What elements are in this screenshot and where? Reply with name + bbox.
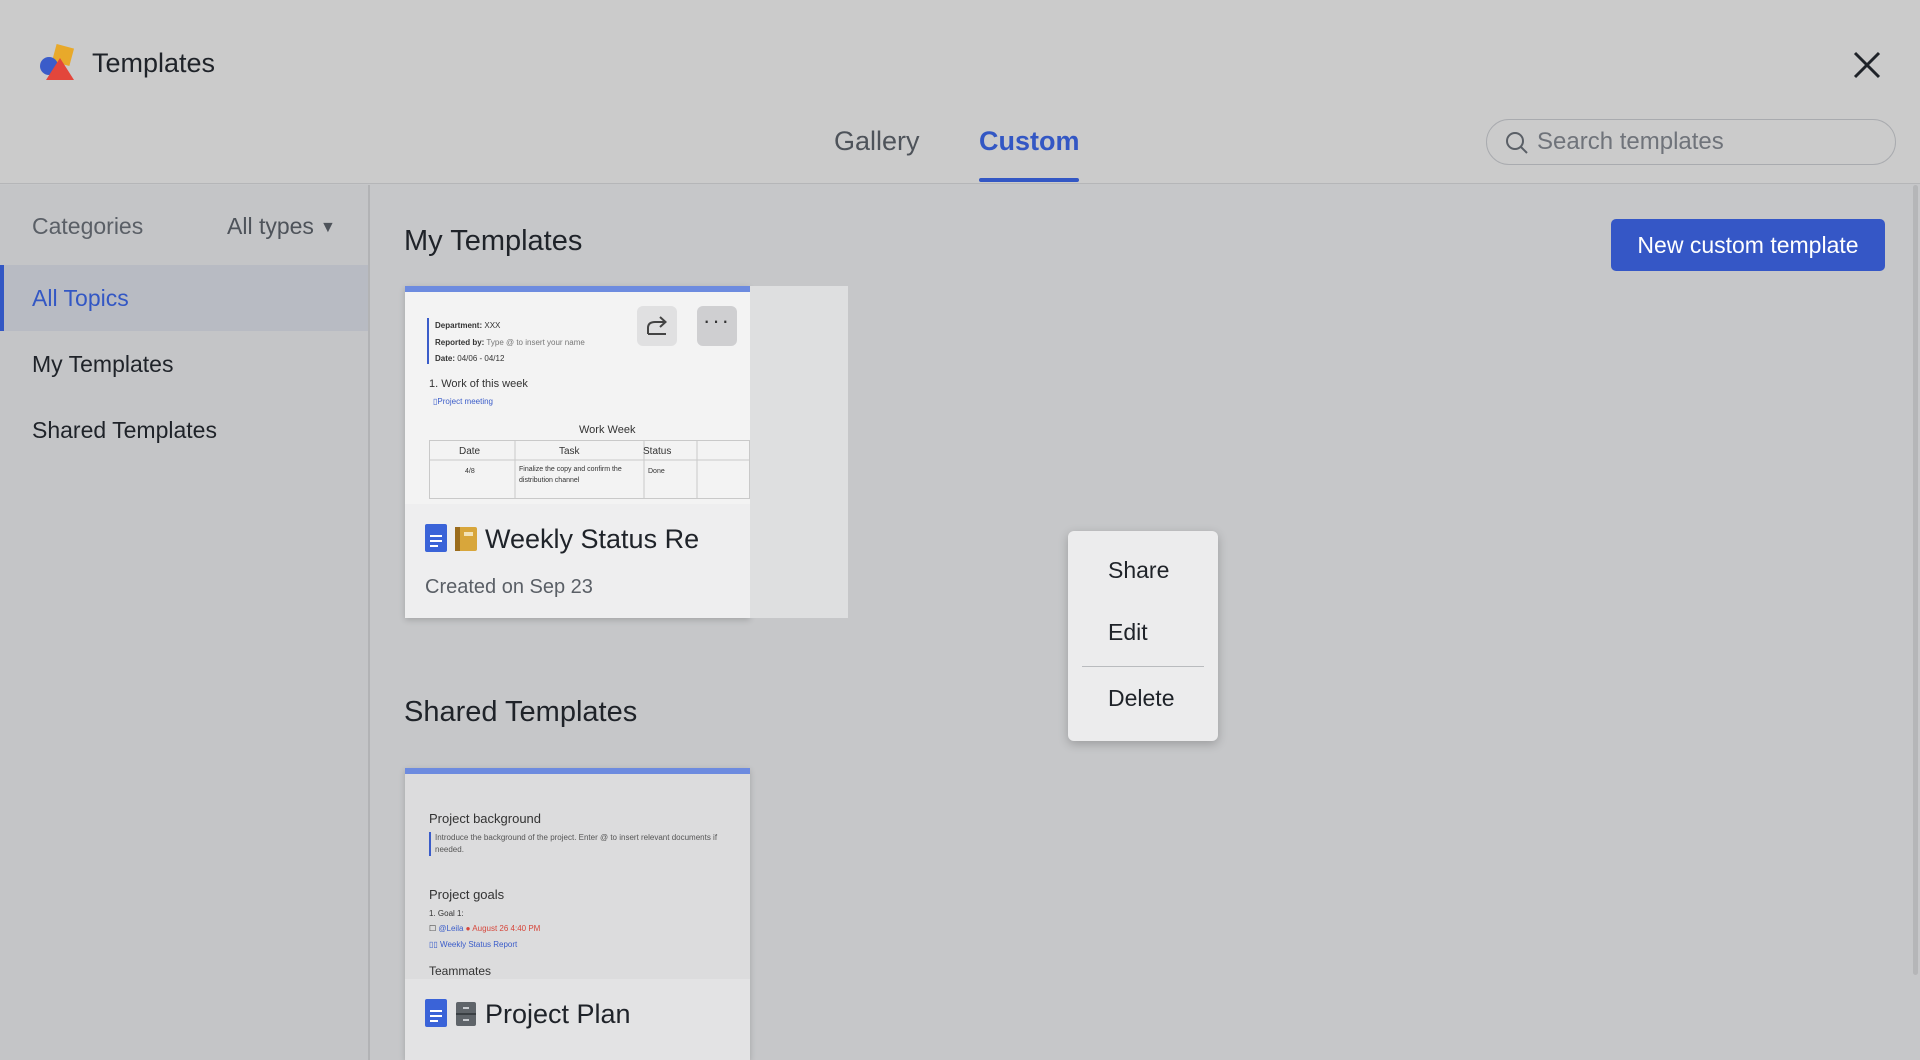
- card-footer: Project Plan: [405, 979, 750, 1060]
- doc-icon: [425, 524, 447, 552]
- new-custom-template-button[interactable]: New custom template: [1611, 219, 1885, 271]
- card-share-button[interactable]: [637, 306, 677, 346]
- my-templates-heading: My Templates: [404, 225, 583, 257]
- preview-section-heading: 1. Work of this week: [429, 378, 528, 390]
- share-icon: [647, 316, 667, 335]
- search-icon: [1506, 132, 1528, 154]
- card-footer: Weekly Status Re Created on Sep 23: [405, 504, 750, 618]
- preview-goal: 1. Goal 1:: [429, 909, 464, 918]
- sidebar-item-all-topics[interactable]: All Topics: [0, 265, 368, 331]
- sidebar-item-label: My Templates: [32, 351, 174, 377]
- tab-gallery[interactable]: Gallery: [834, 126, 920, 157]
- preview-heading-teammates: Teammates: [429, 964, 492, 978]
- sidebar-item-label: All Topics: [32, 285, 129, 311]
- preview-department: Department: XXX: [435, 321, 501, 330]
- search-input[interactable]: [1537, 126, 1877, 158]
- preview-cell-task-line1: Finalize the copy and confirm the: [519, 466, 622, 473]
- scrollbar[interactable]: [1913, 185, 1918, 975]
- preview-cell-task-line2: distribution channel: [519, 477, 580, 484]
- template-preview: Department: XXX Reported by: Type @ to i…: [405, 292, 750, 504]
- tab-custom[interactable]: Custom: [979, 126, 1080, 157]
- preview-date: Date: 04/06 - 04/12: [435, 354, 505, 363]
- templates-header: Templates Gallery Custom: [0, 0, 1920, 184]
- app-title: Templates: [92, 48, 216, 78]
- preview-task-row: ☐ @Leila ● August 26 4:40 PM: [429, 924, 541, 933]
- template-card-weekly-status[interactable]: Department: XXX Reported by: Type @ to i…: [405, 286, 750, 618]
- card-title: Project Plan: [425, 999, 631, 1030]
- search-box[interactable]: [1486, 119, 1896, 165]
- quote-bar: [427, 318, 429, 364]
- quote-bar: [429, 832, 431, 856]
- sidebar-item-label: Shared Templates: [32, 417, 217, 443]
- close-icon[interactable]: [1846, 44, 1888, 86]
- shared-templates-heading: Shared Templates: [404, 696, 638, 728]
- preview-table-title: Work Week: [579, 424, 636, 436]
- template-preview: Project background Introduce the backgro…: [405, 774, 750, 979]
- menu-divider: [1082, 666, 1204, 667]
- categories-label: Categories: [32, 213, 144, 239]
- active-tab-indicator: [979, 178, 1079, 182]
- card-more-button[interactable]: ···: [697, 306, 737, 346]
- main-content: My Templates New custom template Departm…: [370, 185, 1920, 1060]
- notebook-icon: [455, 527, 477, 551]
- card-hover-area: [750, 286, 848, 618]
- preview-text-line2: needed.: [435, 845, 464, 854]
- doc-icon: [425, 999, 447, 1027]
- preview-cell-date: 4/8: [465, 468, 475, 475]
- card-created-date: Created on Sep 23: [425, 576, 593, 598]
- types-dropdown[interactable]: All types ▼: [227, 213, 336, 240]
- preview-link: ▯▯ Weekly Status Report: [429, 940, 518, 949]
- preview-col-status: Status: [643, 446, 672, 457]
- types-dropdown-label: All types: [227, 213, 314, 239]
- more-icon: ···: [703, 308, 731, 333]
- preview-reported-by: Reported by: Type @ to insert your name: [435, 338, 585, 347]
- caret-down-icon: ▼: [319, 219, 336, 236]
- preview-cell-status: Done: [648, 468, 665, 475]
- card-context-menu: Share Edit Delete: [1068, 531, 1218, 741]
- sidebar-item-my-templates[interactable]: My Templates: [0, 331, 368, 397]
- sidebar-item-shared-templates[interactable]: Shared Templates: [0, 397, 368, 463]
- preview-heading-background: Project background: [429, 811, 542, 826]
- menu-item-share[interactable]: Share: [1108, 557, 1169, 584]
- preview-col-date: Date: [459, 446, 481, 457]
- sidebar: Categories All types ▼ All Topics My Temp…: [0, 185, 370, 1060]
- app-logo-icon: [40, 44, 75, 80]
- preview-heading-goals: Project goals: [429, 887, 505, 902]
- menu-item-delete[interactable]: Delete: [1108, 685, 1174, 712]
- file-cabinet-icon: [456, 1002, 476, 1026]
- preview-col-task: Task: [559, 446, 580, 457]
- menu-item-edit[interactable]: Edit: [1108, 619, 1148, 646]
- template-card-project-plan[interactable]: Project background Introduce the backgro…: [405, 768, 750, 1060]
- card-title: Weekly Status Re: [425, 524, 699, 555]
- preview-text-line1: Introduce the background of the project.…: [435, 833, 718, 842]
- alarm-icon: ●: [465, 924, 471, 933]
- preview-link: ▯Project meeting: [433, 397, 493, 406]
